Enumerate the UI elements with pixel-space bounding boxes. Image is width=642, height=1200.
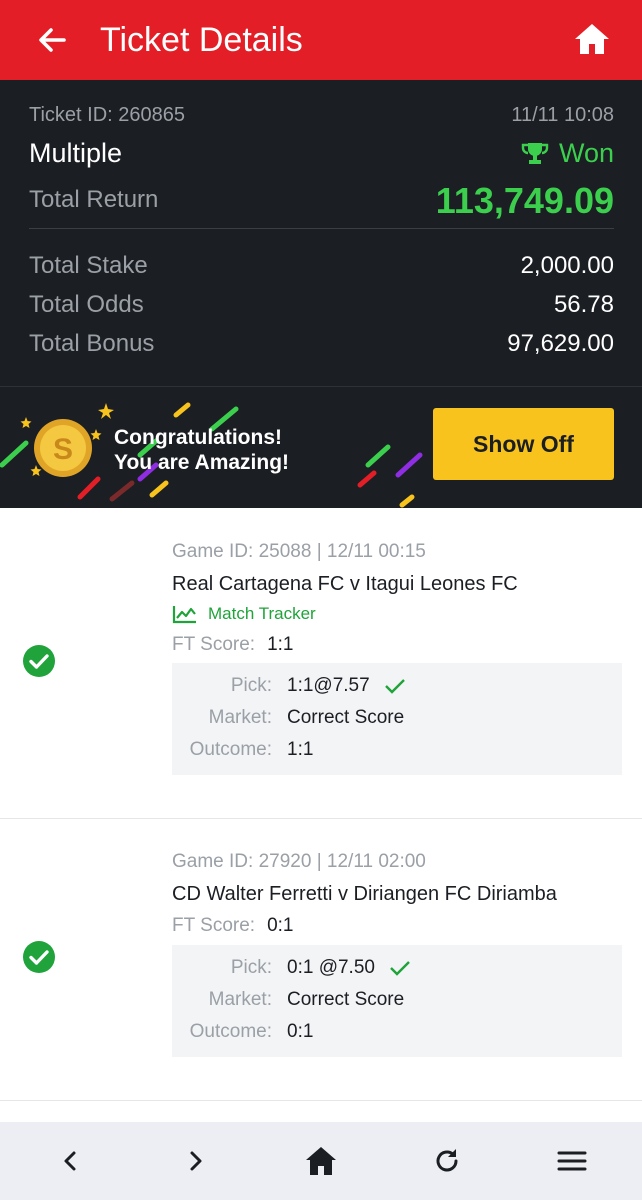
pick-value-wrap: 0:1 @7.50 [287, 955, 411, 981]
home-button[interactable] [570, 18, 614, 62]
outcome-row: Outcome: 1:1 [172, 737, 622, 763]
status-badge: Won [521, 138, 614, 169]
home-icon [306, 1147, 336, 1175]
ft-score-label: FT Score: [172, 634, 256, 655]
home-icon [575, 24, 609, 54]
pick-row: Pick: 1:1@7.57 [172, 673, 622, 699]
nav-menu-button[interactable] [552, 1141, 592, 1181]
pick-label: Pick: [230, 957, 272, 978]
total-stake-value: 2,000.00 [520, 252, 614, 279]
ft-score: FT Score: 1:1 [172, 634, 293, 656]
market-value: Correct Score [287, 707, 405, 728]
pick-value: 1:1@7.57 [287, 675, 370, 696]
refresh-icon [436, 1149, 458, 1172]
check-circle-icon [23, 645, 55, 677]
svg-text:S: S [53, 433, 73, 466]
total-stake-row: Total Stake 2,000.00 [29, 252, 614, 282]
total-return-label: Total Return [29, 186, 159, 213]
tick-icon [390, 961, 410, 976]
check-circle-icon [23, 941, 55, 973]
market-row: Market: Correct Score [172, 987, 622, 1013]
nav-home-button[interactable] [301, 1141, 341, 1181]
congrats-banner: S Congratulations! You are Amazing! Show… [0, 386, 642, 508]
ft-score-value: 1:1 [267, 634, 294, 655]
total-odds-row: Total Odds 56.78 [29, 291, 614, 321]
market-row: Market: Correct Score [172, 705, 622, 731]
congrats-line-1: Congratulations! [114, 426, 282, 449]
match-name: Real Cartagena FC v Itagui Leones FC [172, 573, 518, 595]
trophy-icon [521, 142, 549, 164]
ticket-id-row: Ticket ID: 260865 11/11 10:08 [29, 104, 614, 128]
match-name: CD Walter Ferretti v Diriangen FC Diriam… [172, 883, 557, 905]
market-value: Correct Score [287, 989, 405, 1010]
nav-forward-button[interactable] [176, 1141, 216, 1181]
game-card: Game ID: 25088 | 12/11 00:15 Real Cartag… [0, 508, 642, 819]
pick-value: 0:1 @7.50 [287, 957, 375, 978]
ft-score-label: FT Score: [172, 915, 256, 936]
page-title: Ticket Details [100, 21, 303, 59]
pick-value-wrap: 1:1@7.57 [287, 673, 406, 699]
back-button[interactable] [30, 18, 74, 62]
summary-divider [29, 228, 614, 229]
back-arrow-icon [39, 28, 66, 52]
outcome-label: Outcome: [189, 739, 272, 760]
chevron-left-icon [64, 1151, 76, 1171]
status-text: Won [558, 138, 614, 168]
game-card: Game ID: 27920 | 12/11 02:00 CD Walter F… [0, 819, 642, 1101]
match-tracker-label: Match Tracker [208, 604, 316, 623]
bet-type-row: Multiple Won [29, 138, 614, 172]
ft-score-value: 0:1 [267, 915, 294, 936]
chevron-right-icon [190, 1151, 202, 1171]
bet-type: Multiple [29, 138, 123, 168]
coin-icon: S [34, 419, 92, 477]
game-meta: Game ID: 27920 | 12/11 02:00 [172, 851, 426, 872]
ticket-summary: Ticket ID: 260865 11/11 10:08 Multiple W… [0, 80, 642, 386]
pick-details: Pick: 0:1 @7.50 Market: Correct Score Ou… [172, 945, 622, 1057]
total-return-value: 113,749.09 [435, 180, 614, 221]
pick-details: Pick: 1:1@7.57 Market: Correct Score Out… [172, 663, 622, 775]
total-stake-label: Total Stake [29, 252, 148, 279]
game-meta: Game ID: 25088 | 12/11 00:15 [172, 541, 426, 562]
pick-row: Pick: 0:1 @7.50 [172, 955, 622, 981]
outcome-row: Outcome: 0:1 [172, 1019, 622, 1045]
total-odds-value: 56.78 [553, 291, 614, 318]
nav-back-button[interactable] [50, 1141, 90, 1181]
outcome-label: Outcome: [189, 1021, 272, 1042]
ticket-id: Ticket ID: 260865 [29, 104, 186, 126]
total-bonus-row: Total Bonus 97,629.00 [29, 330, 614, 360]
total-bonus-value: 97,629.00 [507, 330, 614, 357]
match-tracker-link[interactable]: Match Tracker [172, 604, 316, 624]
browser-nav-bar [0, 1122, 642, 1200]
congrats-text: Congratulations! You are Amazing! [114, 425, 289, 475]
ticket-datetime: 11/11 10:08 [511, 104, 614, 126]
menu-icon [557, 1151, 587, 1171]
ft-score: FT Score: 0:1 [172, 915, 293, 937]
show-off-button[interactable]: Show Off [433, 408, 614, 480]
nav-refresh-button[interactable] [427, 1141, 467, 1181]
pick-label: Pick: [230, 675, 272, 696]
tick-icon [384, 679, 405, 694]
outcome-value: 0:1 [287, 1021, 314, 1042]
total-return-row: Total Return 113,749.09 [29, 180, 614, 224]
congrats-line-2: You are Amazing! [114, 451, 290, 474]
chart-icon [172, 606, 196, 624]
market-label: Market: [208, 989, 272, 1010]
outcome-value: 1:1 [287, 739, 314, 760]
app-header: Ticket Details [0, 0, 642, 80]
total-bonus-label: Total Bonus [29, 330, 155, 357]
total-odds-label: Total Odds [29, 291, 144, 318]
market-label: Market: [208, 707, 272, 728]
